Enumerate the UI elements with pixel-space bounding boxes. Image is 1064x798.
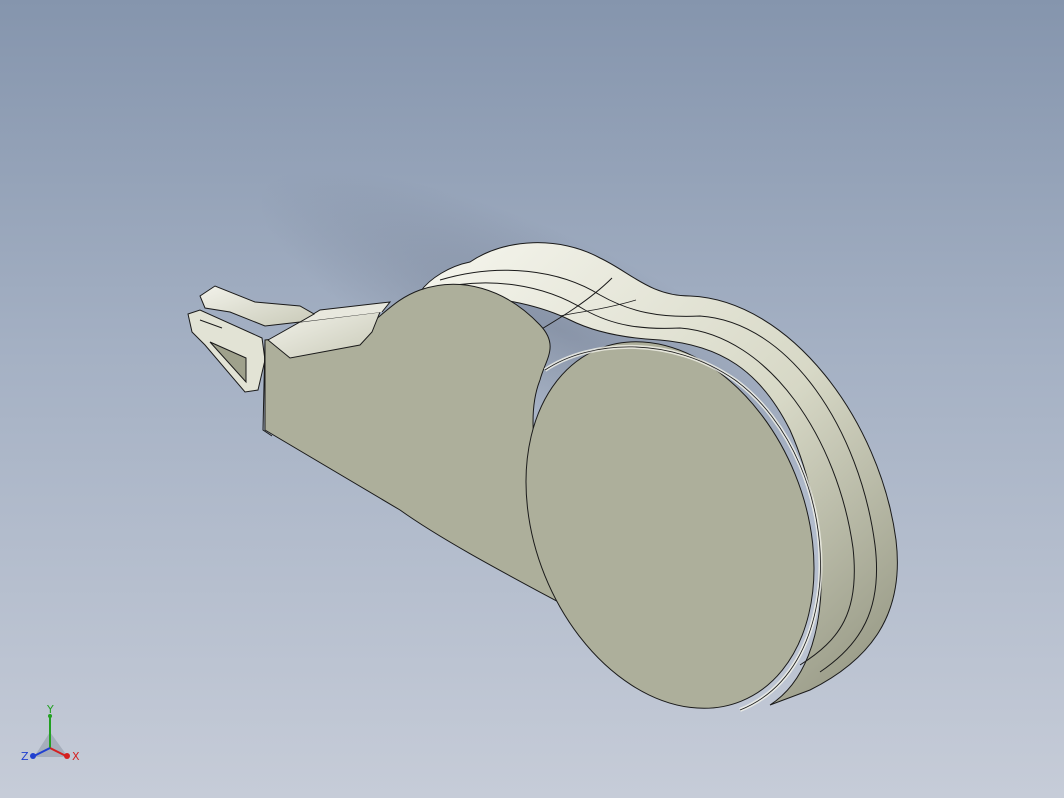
graphics-viewport[interactable]: Y X Z bbox=[0, 0, 1064, 798]
3d-model-tape-dispenser[interactable] bbox=[0, 0, 1064, 798]
x-axis-tip bbox=[64, 753, 70, 759]
z-axis-label: Z bbox=[21, 750, 29, 763]
view-orientation-triad[interactable]: Y X Z bbox=[18, 702, 88, 772]
y-axis-label: Y bbox=[46, 703, 54, 716]
x-axis-label: X bbox=[72, 750, 80, 763]
z-axis-tip bbox=[30, 753, 36, 759]
